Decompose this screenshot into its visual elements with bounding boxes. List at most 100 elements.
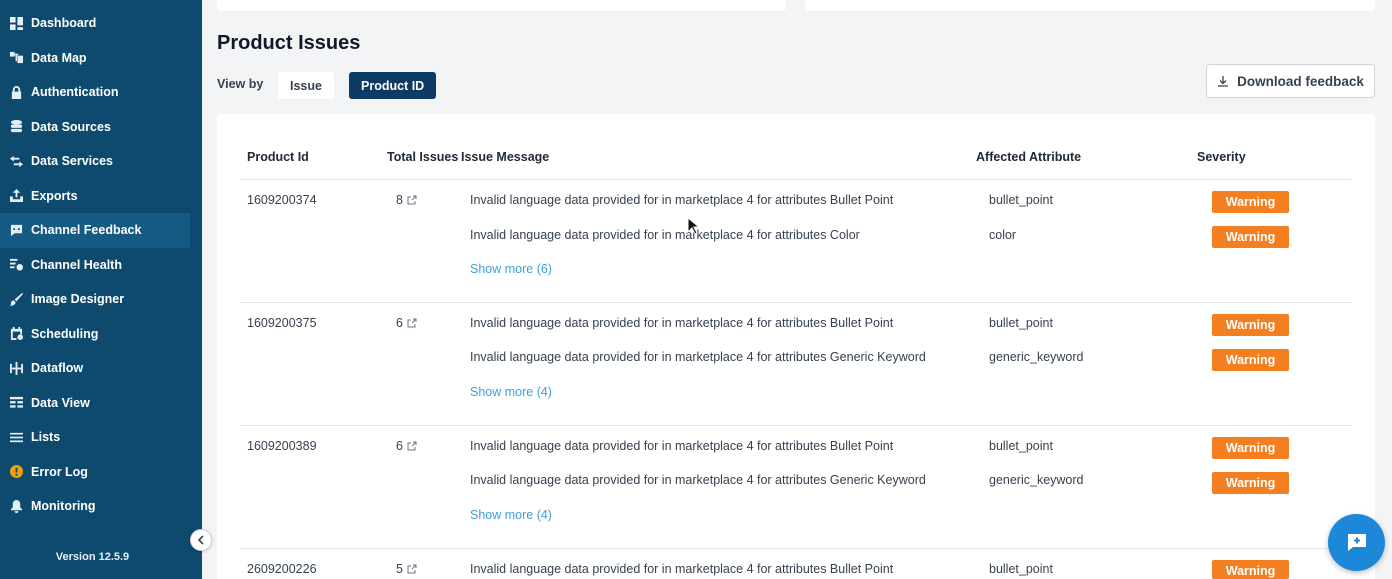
sidebar-item-channel-feedback[interactable]: Channel Feedback: [0, 213, 190, 248]
total-issues-count: 6: [396, 316, 403, 330]
sidebar-item-label: Error Log: [31, 464, 88, 479]
list-icon: [9, 430, 23, 444]
product-id-cell: 1609200375: [247, 316, 317, 330]
header-total-issues: Total Issues: [387, 150, 459, 164]
sidebar-item-data-view[interactable]: Data View: [0, 386, 202, 421]
table-divider: [240, 179, 1351, 180]
severity-badge: Warning: [1212, 226, 1289, 248]
issue-message: Invalid language data provided for in ma…: [470, 473, 926, 487]
sidebar-item-dataflow[interactable]: Dataflow: [0, 351, 202, 386]
sidebar-item-data-map[interactable]: Data Map: [0, 41, 202, 76]
severity-badge: Warning: [1212, 560, 1289, 579]
summary-card-right: [805, 0, 1375, 11]
sidebar-item-label: Dataflow: [31, 361, 84, 376]
sidebar-item-label: Channel Feedback: [31, 223, 142, 238]
total-issues-count: 5: [396, 562, 403, 576]
row-divider: [240, 302, 1351, 303]
severity-badge: Warning: [1212, 349, 1289, 371]
view-by-issue-button[interactable]: Issue: [278, 72, 334, 99]
sidebar-item-label: Lists: [31, 430, 61, 445]
total-issues-link[interactable]: 5: [396, 562, 417, 576]
header-product-id: Product Id: [247, 150, 309, 164]
summary-card-left: [217, 0, 786, 11]
issue-message: Invalid language data provided for in ma…: [470, 439, 894, 453]
show-more-link[interactable]: Show more (6): [470, 262, 552, 276]
download-feedback-button[interactable]: Download feedback: [1206, 64, 1375, 98]
sidebar-item-label: Data View: [31, 395, 90, 410]
affected-attribute: color: [989, 228, 1017, 242]
affected-attribute: bullet_point: [989, 439, 1053, 453]
sidebar-item-label: Authentication: [31, 85, 119, 100]
issue-message: Invalid language data provided for in ma…: [470, 193, 894, 207]
sidebar-item-data-services[interactable]: Data Services: [0, 144, 202, 179]
view-by-product-id-button[interactable]: Product ID: [349, 72, 437, 99]
database-icon: [9, 120, 23, 134]
external-link-icon: [407, 318, 417, 328]
download-feedback-label: Download feedback: [1237, 73, 1364, 89]
health-icon: [9, 258, 23, 272]
download-icon: [1218, 76, 1229, 87]
sidebar-item-image-designer[interactable]: Image Designer: [0, 282, 202, 317]
show-more-link[interactable]: Show more (4): [470, 385, 552, 399]
total-issues-link[interactable]: 6: [396, 439, 417, 453]
sidebar-item-label: Exports: [31, 188, 78, 203]
sidebar-item-authentication[interactable]: Authentication: [0, 75, 202, 110]
sidebar-item-label: Data Services: [31, 154, 114, 169]
external-link-icon: [407, 441, 417, 451]
sidebar-item-data-sources[interactable]: Data Sources: [0, 110, 202, 145]
chevron-left-icon: [197, 535, 204, 545]
chat-support-button[interactable]: [1328, 514, 1385, 571]
header-severity: Severity: [1197, 150, 1246, 164]
sidebar-item-monitoring[interactable]: Monitoring: [0, 489, 202, 524]
dataflow-icon: [9, 361, 23, 375]
transfer-icon: [9, 154, 23, 168]
brush-icon: [9, 292, 23, 306]
product-issues-table: [217, 114, 1375, 579]
sidebar-item-scheduling[interactable]: Scheduling: [0, 317, 202, 352]
data-map-icon: [9, 51, 23, 65]
affected-attribute: generic_keyword: [989, 473, 1084, 487]
sidebar-collapse-button[interactable]: [190, 529, 212, 551]
sidebar-item-label: Channel Health: [31, 257, 122, 272]
severity-badge: Warning: [1212, 437, 1289, 459]
sidebar-item-label: Data Map: [31, 50, 87, 65]
external-link-icon: [407, 195, 417, 205]
mouse-cursor-icon: [687, 217, 699, 235]
sidebar-nav: Dashboard Data Map Authentication Data S…: [0, 0, 202, 524]
external-link-icon: [407, 564, 417, 574]
row-divider: [240, 425, 1351, 426]
sidebar-item-channel-health[interactable]: Channel Health: [0, 248, 202, 283]
product-id-cell: 2609200226: [247, 562, 317, 576]
table-icon: [9, 396, 23, 410]
issue-message: Invalid language data provided for in ma…: [470, 316, 894, 330]
page-title: Product Issues: [217, 32, 361, 54]
product-id-cell: 1609200374: [247, 193, 317, 207]
sidebar-item-lists[interactable]: Lists: [0, 420, 202, 455]
total-issues-link[interactable]: 8: [396, 193, 417, 207]
sidebar-item-label: Image Designer: [31, 292, 125, 307]
app-version: Version 12.5.9: [55, 551, 130, 563]
issue-message: Invalid language data provided for in ma…: [470, 350, 926, 364]
sidebar-item-label: Monitoring: [31, 499, 96, 514]
view-by-label: View by: [217, 77, 264, 91]
issue-message: Invalid language data provided for in ma…: [470, 562, 894, 576]
show-more-link[interactable]: Show more (4): [470, 508, 552, 522]
issue-message: Invalid language data provided for in ma…: [470, 228, 860, 242]
export-icon: [9, 189, 23, 203]
bell-icon: [9, 499, 23, 513]
total-issues-link[interactable]: 6: [396, 316, 417, 330]
sidebar-item-error-log[interactable]: Error Log: [0, 455, 202, 490]
severity-badge: Warning: [1212, 472, 1289, 494]
dashboard-icon: [9, 16, 23, 30]
header-issue-message: Issue Message: [461, 150, 550, 164]
chat-icon: [9, 223, 23, 237]
lock-icon: [9, 85, 23, 99]
error-icon: [9, 465, 23, 479]
affected-attribute: bullet_point: [989, 193, 1053, 207]
product-id-cell: 1609200389: [247, 439, 317, 453]
sidebar-item-exports[interactable]: Exports: [0, 179, 202, 214]
sidebar-item-label: Data Sources: [31, 119, 111, 134]
total-issues-count: 8: [396, 193, 403, 207]
affected-attribute: generic_keyword: [989, 350, 1084, 364]
sidebar-item-dashboard[interactable]: Dashboard: [0, 6, 202, 41]
